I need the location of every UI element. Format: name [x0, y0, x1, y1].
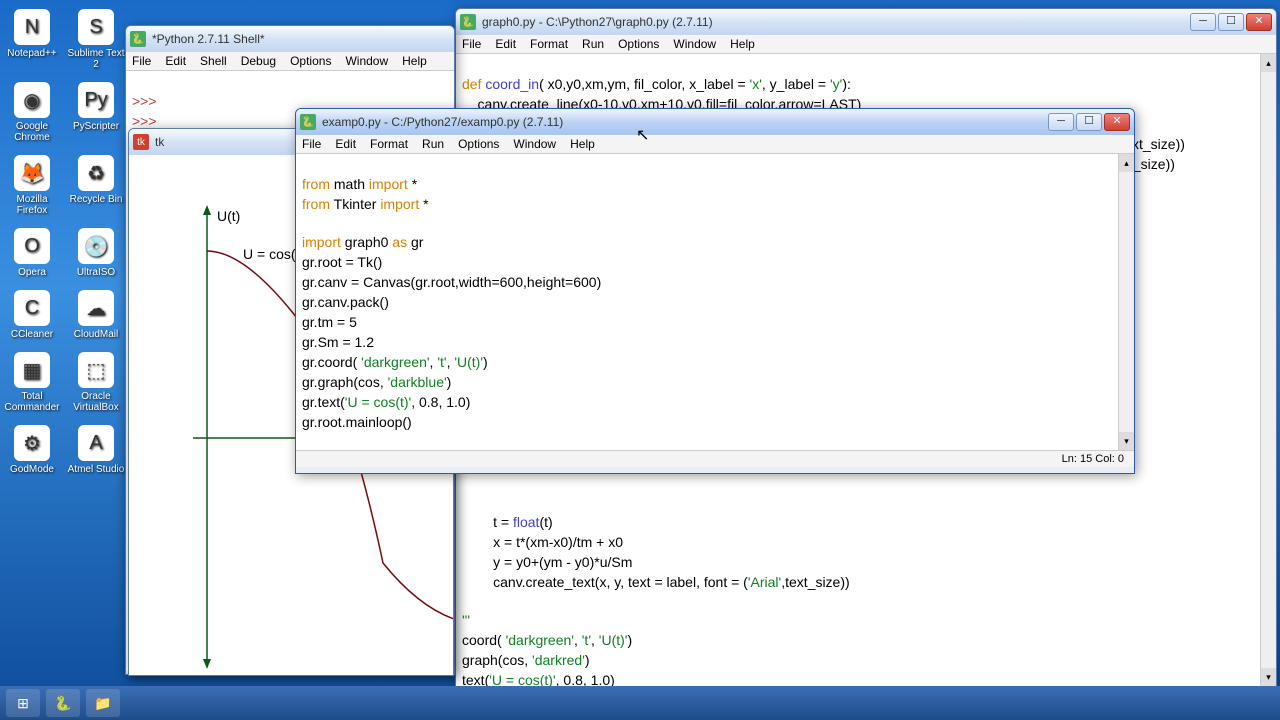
maximize-button[interactable]: ☐ — [1218, 13, 1244, 31]
menubar-examp0: File Edit Format Run Options Window Help — [296, 135, 1134, 154]
menu-edit[interactable]: Edit — [495, 37, 516, 51]
desktop-icon-ultraiso[interactable]: 💿UltraISO — [64, 224, 128, 286]
minimize-button[interactable]: ─ — [1190, 13, 1216, 31]
taskbar: ⊞ 🐍 📁 — [0, 686, 1280, 720]
close-button[interactable]: ✕ — [1246, 13, 1272, 31]
menubar-graph0: File Edit Format Run Options Window Help — [456, 35, 1276, 54]
desktop-icon-recycle[interactable]: ♻Recycle Bin — [64, 151, 128, 224]
menu-options[interactable]: Options — [290, 54, 331, 68]
desktop-icon-cloud[interactable]: ☁CloudMail — [64, 286, 128, 348]
menu-file[interactable]: File — [462, 37, 481, 51]
idle-icon: 🐍 — [460, 14, 476, 30]
menu-options[interactable]: Options — [458, 137, 499, 151]
close-button[interactable]: ✕ — [1104, 113, 1130, 131]
menu-help[interactable]: Help — [570, 137, 595, 151]
menu-window[interactable]: Window — [513, 137, 556, 151]
menu-run[interactable]: Run — [582, 37, 604, 51]
taskbar-app-2[interactable]: 📁 — [86, 689, 120, 717]
desktop-icon-virtualbox[interactable]: ⬚Oracle VirtualBox — [64, 348, 128, 421]
desktop-icon-opera[interactable]: OOpera — [0, 224, 64, 286]
desktop-icon-pyscripter[interactable]: PyPyScripter — [64, 78, 128, 151]
scrollbar-vertical[interactable] — [1260, 54, 1276, 686]
desktop-icons: NNotepad++ SSublime Text 2 ◉Google Chrom… — [0, 5, 128, 483]
window-examp0[interactable]: 🐍 examp0.py - C:/Python27/examp0.py (2.7… — [295, 108, 1135, 474]
taskbar-app-1[interactable]: 🐍 — [46, 689, 80, 717]
titlebar-graph0[interactable]: 🐍 graph0.py - C:\Python27\graph0.py (2.7… — [456, 9, 1276, 35]
menu-shell[interactable]: Shell — [200, 54, 227, 68]
title-examp0: examp0.py - C:/Python27/examp0.py (2.7.1… — [322, 115, 1048, 129]
desktop-icon-notepadpp[interactable]: NNotepad++ — [0, 5, 64, 78]
menu-help[interactable]: Help — [730, 37, 755, 51]
menu-window[interactable]: Window — [673, 37, 716, 51]
desktop-icon-chrome[interactable]: ◉Google Chrome — [0, 78, 64, 151]
minimize-button[interactable]: ─ — [1048, 113, 1074, 131]
tk-icon: tk — [133, 134, 149, 150]
taskbar-start[interactable]: ⊞ — [6, 689, 40, 717]
idle-icon: 🐍 — [130, 31, 146, 47]
menu-window[interactable]: Window — [345, 54, 388, 68]
maximize-button[interactable]: ☐ — [1076, 113, 1102, 131]
desktop-icon-totalcmd[interactable]: ▦Total Commander — [0, 348, 64, 421]
menubar-shell: File Edit Shell Debug Options Window Hel… — [126, 52, 454, 71]
scrollbar-vertical[interactable] — [1118, 154, 1134, 450]
code-examp0[interactable]: from math import * from Tkinter import *… — [296, 154, 1134, 450]
idle-icon: 🐍 — [300, 114, 316, 130]
titlebar-examp0[interactable]: 🐍 examp0.py - C:/Python27/examp0.py (2.7… — [296, 109, 1134, 135]
menu-file[interactable]: File — [302, 137, 321, 151]
menu-format[interactable]: Format — [370, 137, 408, 151]
menu-file[interactable]: File — [132, 54, 151, 68]
desktop-icon-ccleaner[interactable]: CCCleaner — [0, 286, 64, 348]
title-shell: *Python 2.7.11 Shell* — [152, 32, 450, 46]
titlebar-shell[interactable]: 🐍 *Python 2.7.11 Shell* — [126, 26, 454, 52]
menu-help[interactable]: Help — [402, 54, 427, 68]
menu-format[interactable]: Format — [530, 37, 568, 51]
menu-edit[interactable]: Edit — [165, 54, 186, 68]
desktop-icon-sublime[interactable]: SSublime Text 2 — [64, 5, 128, 78]
menu-edit[interactable]: Edit — [335, 137, 356, 151]
desktop-icon-atmel[interactable]: AAtmel Studio — [64, 421, 128, 483]
menu-options[interactable]: Options — [618, 37, 659, 51]
title-graph0: graph0.py - C:\Python27\graph0.py (2.7.1… — [482, 15, 1190, 29]
tk-ylabel: U(t) — [217, 208, 240, 224]
menu-debug[interactable]: Debug — [241, 54, 276, 68]
statusbar-examp0: Ln: 15 Col: 0 — [296, 450, 1134, 467]
desktop-icon-godmode[interactable]: ⚙GodMode — [0, 421, 64, 483]
desktop-icon-firefox[interactable]: 🦊Mozilla Firefox — [0, 151, 64, 224]
menu-run[interactable]: Run — [422, 137, 444, 151]
